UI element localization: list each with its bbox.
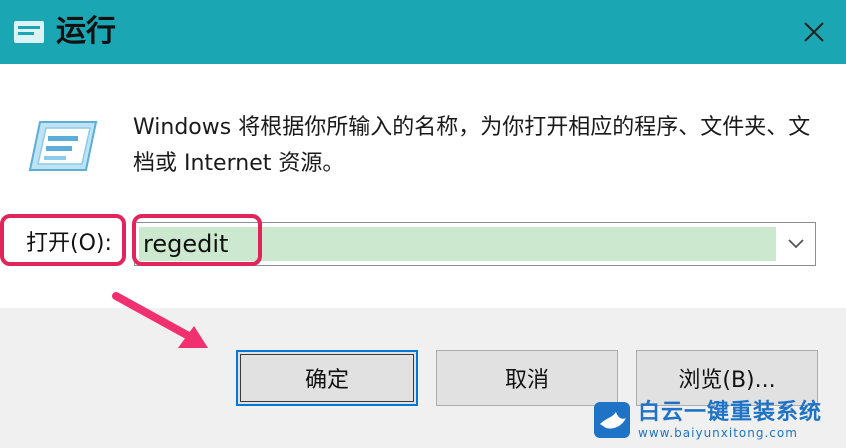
- watermark: 白云一键重装系统 www.baiyunxitong.com: [592, 396, 838, 444]
- bird-logo-icon: [594, 402, 630, 438]
- input-highlight-box: [132, 214, 262, 266]
- watermark-url: www.baiyunxitong.com: [638, 426, 798, 440]
- history-dropdown-button[interactable]: [777, 223, 815, 265]
- pointer-arrow-icon: [112, 292, 208, 348]
- window-title: 运行: [56, 14, 116, 49]
- run-icon: [14, 21, 44, 43]
- ok-button[interactable]: 确定: [236, 350, 418, 406]
- chevron-down-icon: [788, 239, 804, 249]
- cancel-button[interactable]: 取消: [436, 350, 618, 406]
- close-button[interactable]: [782, 0, 846, 64]
- run-program-icon: [28, 121, 98, 171]
- watermark-name: 白云一键重装系统: [638, 400, 823, 425]
- dialog-description: Windows 将根据你所输入的名称，为你打开相应的程序、文件夹、文档或 Int…: [133, 115, 811, 176]
- cancel-button-label: 取消: [504, 368, 549, 393]
- title-bar: 运行: [0, 0, 846, 64]
- dialog-body: [0, 64, 846, 308]
- browse-button-label: 浏览(B)...: [678, 368, 776, 393]
- label-highlight-box: [0, 214, 126, 266]
- close-icon: [804, 22, 824, 42]
- focus-rect: [240, 354, 414, 402]
